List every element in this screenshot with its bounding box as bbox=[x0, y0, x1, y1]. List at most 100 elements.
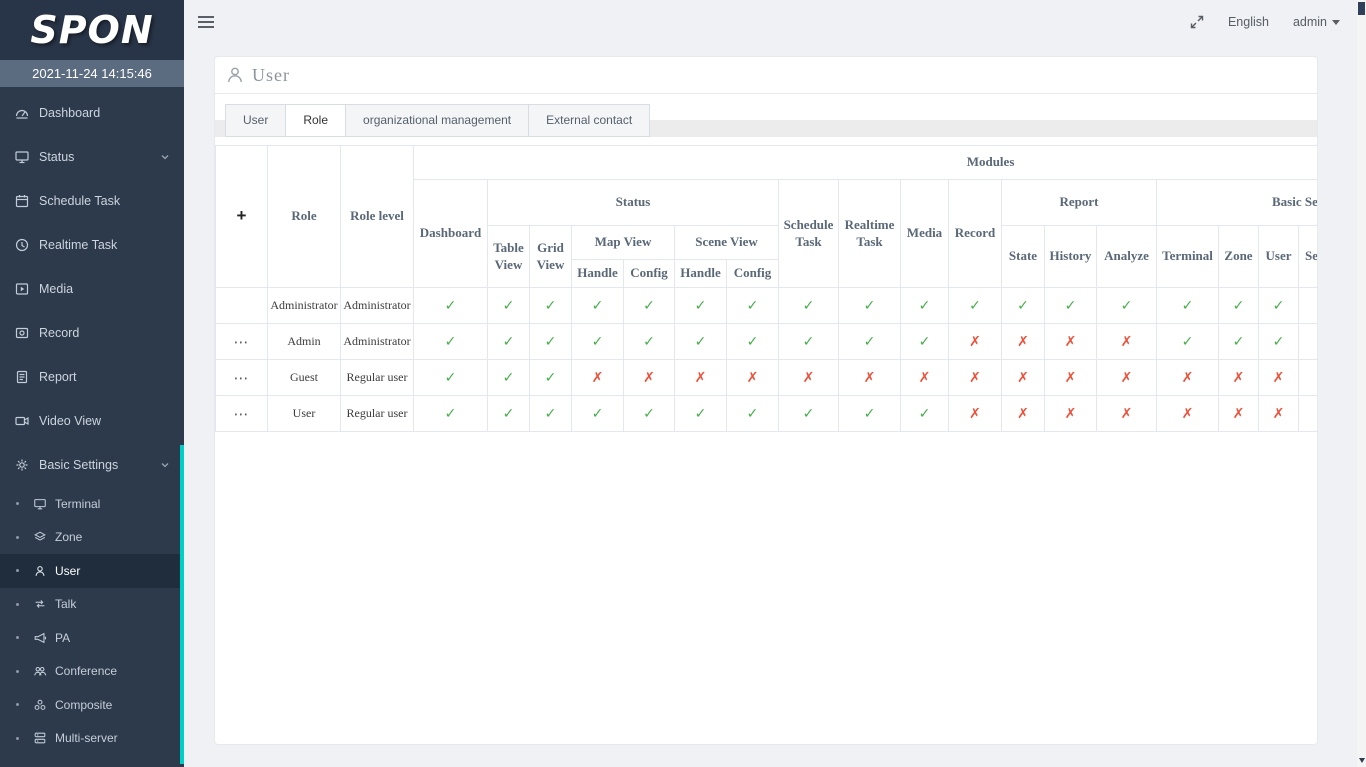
cross-icon: ✗ bbox=[1017, 334, 1029, 350]
hamburger-menu-icon[interactable] bbox=[196, 13, 216, 31]
permission-cell: ✓ bbox=[1259, 288, 1299, 324]
col-header-se: Se bbox=[1299, 226, 1318, 288]
sidebar-item-basic-settings[interactable]: Basic Settings bbox=[0, 443, 184, 487]
sidebar-subitem-zone[interactable]: Zone bbox=[0, 521, 184, 555]
col-header-scene-config: Config bbox=[727, 260, 779, 288]
check-icon: ✓ bbox=[592, 334, 604, 350]
check-icon: ✓ bbox=[803, 406, 815, 422]
cross-icon: ✗ bbox=[1182, 370, 1194, 386]
sidebar-subitem-composite[interactable]: Composite bbox=[0, 688, 184, 722]
permission-cell: ✓ bbox=[1299, 288, 1318, 324]
check-icon: ✓ bbox=[545, 406, 557, 422]
cross-icon: ✗ bbox=[1273, 406, 1285, 422]
col-header-record: Record bbox=[949, 180, 1002, 288]
multi-server-icon bbox=[33, 731, 47, 745]
sidebar-item-label: Record bbox=[39, 326, 79, 340]
permission-cell: ✗ bbox=[1299, 396, 1318, 432]
sidebar-subitem-label: PA bbox=[55, 631, 70, 645]
vertical-scrollbar[interactable] bbox=[1357, 0, 1366, 767]
cross-icon: ✗ bbox=[747, 370, 759, 386]
logo: SPON bbox=[0, 0, 184, 60]
tabs-area: User Role organizational management Exte… bbox=[215, 104, 1317, 137]
permission-cell: ✗ bbox=[1045, 396, 1097, 432]
main-area: English admin User U bbox=[184, 0, 1366, 767]
row-more-button[interactable]: ⋯ bbox=[234, 369, 250, 387]
col-header-realtime-task: Realtime Task bbox=[839, 180, 901, 288]
check-icon: ✓ bbox=[864, 298, 876, 314]
page-title: User bbox=[252, 65, 290, 86]
sidebar: SPON 2021-11-24 14:15:46 Dashboard Statu… bbox=[0, 0, 184, 767]
content: User User Role organizational management… bbox=[184, 44, 1366, 767]
language-selector[interactable]: English bbox=[1228, 15, 1269, 29]
fullscreen-button[interactable] bbox=[1190, 15, 1204, 29]
permission-cell: ✗ bbox=[1157, 360, 1219, 396]
row-actions-cell: ⋯ bbox=[216, 360, 268, 396]
check-icon: ✓ bbox=[919, 406, 931, 422]
sidebar-subitem-user[interactable]: User bbox=[0, 554, 184, 588]
sidebar-subitem-multi-server[interactable]: Multi-server bbox=[0, 722, 184, 756]
sidebar-item-schedule-task[interactable]: Schedule Task bbox=[0, 179, 184, 223]
sidebar-subitem-label: User bbox=[55, 564, 80, 578]
scrollbar-thumb[interactable] bbox=[1358, 2, 1365, 15]
sidebar-item-media[interactable]: Media bbox=[0, 267, 184, 311]
status-icon bbox=[14, 149, 30, 165]
row-more-button[interactable]: ⋯ bbox=[234, 405, 250, 423]
bullet-dot bbox=[16, 502, 19, 505]
sidebar-item-status[interactable]: Status bbox=[0, 135, 184, 179]
permission-cell: ✗ bbox=[1219, 360, 1259, 396]
scrollbar-down-arrow[interactable] bbox=[1357, 756, 1366, 765]
sidebar-item-record[interactable]: Record bbox=[0, 311, 184, 355]
tab-external-contact[interactable]: External contact bbox=[528, 104, 650, 137]
user-menu[interactable]: admin bbox=[1293, 15, 1340, 29]
col-header-status: Status bbox=[488, 180, 779, 226]
cross-icon: ✗ bbox=[695, 370, 707, 386]
add-role-button[interactable]: + bbox=[237, 206, 247, 225]
datetime-display: 2021-11-24 14:15:46 bbox=[0, 60, 184, 87]
check-icon: ✓ bbox=[969, 298, 981, 314]
check-icon: ✓ bbox=[747, 334, 759, 350]
role-name-cell: Guest bbox=[268, 360, 341, 396]
sidebar-item-realtime-task[interactable]: Realtime Task bbox=[0, 223, 184, 267]
sidebar-subitem-label: Composite bbox=[55, 698, 112, 712]
sidebar-subitem-talk[interactable]: Talk bbox=[0, 588, 184, 622]
permission-cell: ✗ bbox=[624, 360, 675, 396]
cross-icon: ✗ bbox=[1065, 406, 1077, 422]
permission-cell: ✓ bbox=[530, 288, 572, 324]
sidebar-subitem-pa[interactable]: PA bbox=[0, 621, 184, 655]
cross-icon: ✗ bbox=[1273, 370, 1285, 386]
bullet-dot bbox=[16, 636, 19, 639]
cross-icon: ✗ bbox=[1233, 370, 1245, 386]
permission-cell: ✓ bbox=[1219, 324, 1259, 360]
cross-icon: ✗ bbox=[1121, 334, 1133, 350]
sidebar-item-video-view[interactable]: Video View bbox=[0, 399, 184, 443]
permission-cell: ✓ bbox=[901, 324, 949, 360]
cross-icon: ✗ bbox=[1065, 370, 1077, 386]
permission-cell: ✓ bbox=[624, 324, 675, 360]
permission-cell: ✗ bbox=[572, 360, 624, 396]
sidebar-subitem-terminal[interactable]: Terminal bbox=[0, 487, 184, 521]
role-name-cell: User bbox=[268, 396, 341, 432]
permission-cell: ✓ bbox=[779, 396, 839, 432]
basic-settings-submenu: Terminal Zone User bbox=[0, 487, 184, 755]
bullet-dot bbox=[16, 737, 19, 740]
sidebar-item-label: Media bbox=[39, 282, 73, 296]
tab-organizational-management[interactable]: organizational management bbox=[345, 104, 529, 137]
sidebar-subitem-conference[interactable]: Conference bbox=[0, 655, 184, 689]
permission-cell: ✗ bbox=[1299, 360, 1318, 396]
sidebar-menu: Dashboard Status Schedule Task bbox=[0, 87, 184, 755]
table-row: ⋯GuestRegular user✓✓✓✗✗✗✗✗✗✗✗✗✗✗✗✗✗✗ bbox=[216, 360, 1318, 396]
permission-cell: ✗ bbox=[901, 360, 949, 396]
permission-cell: ✓ bbox=[414, 360, 488, 396]
col-header-report: Report bbox=[1002, 180, 1157, 226]
sidebar-item-dashboard[interactable]: Dashboard bbox=[0, 91, 184, 135]
check-icon: ✓ bbox=[1121, 298, 1133, 314]
cross-icon: ✗ bbox=[864, 370, 876, 386]
row-more-button[interactable]: ⋯ bbox=[234, 333, 250, 351]
tab-role[interactable]: Role bbox=[285, 104, 346, 137]
sidebar-item-report[interactable]: Report bbox=[0, 355, 184, 399]
col-header-analyze: Analyze bbox=[1097, 226, 1157, 288]
cross-icon: ✗ bbox=[969, 406, 981, 422]
col-header-role: Role bbox=[268, 146, 341, 288]
permission-cell: ✓ bbox=[901, 396, 949, 432]
tab-user[interactable]: User bbox=[225, 104, 286, 137]
